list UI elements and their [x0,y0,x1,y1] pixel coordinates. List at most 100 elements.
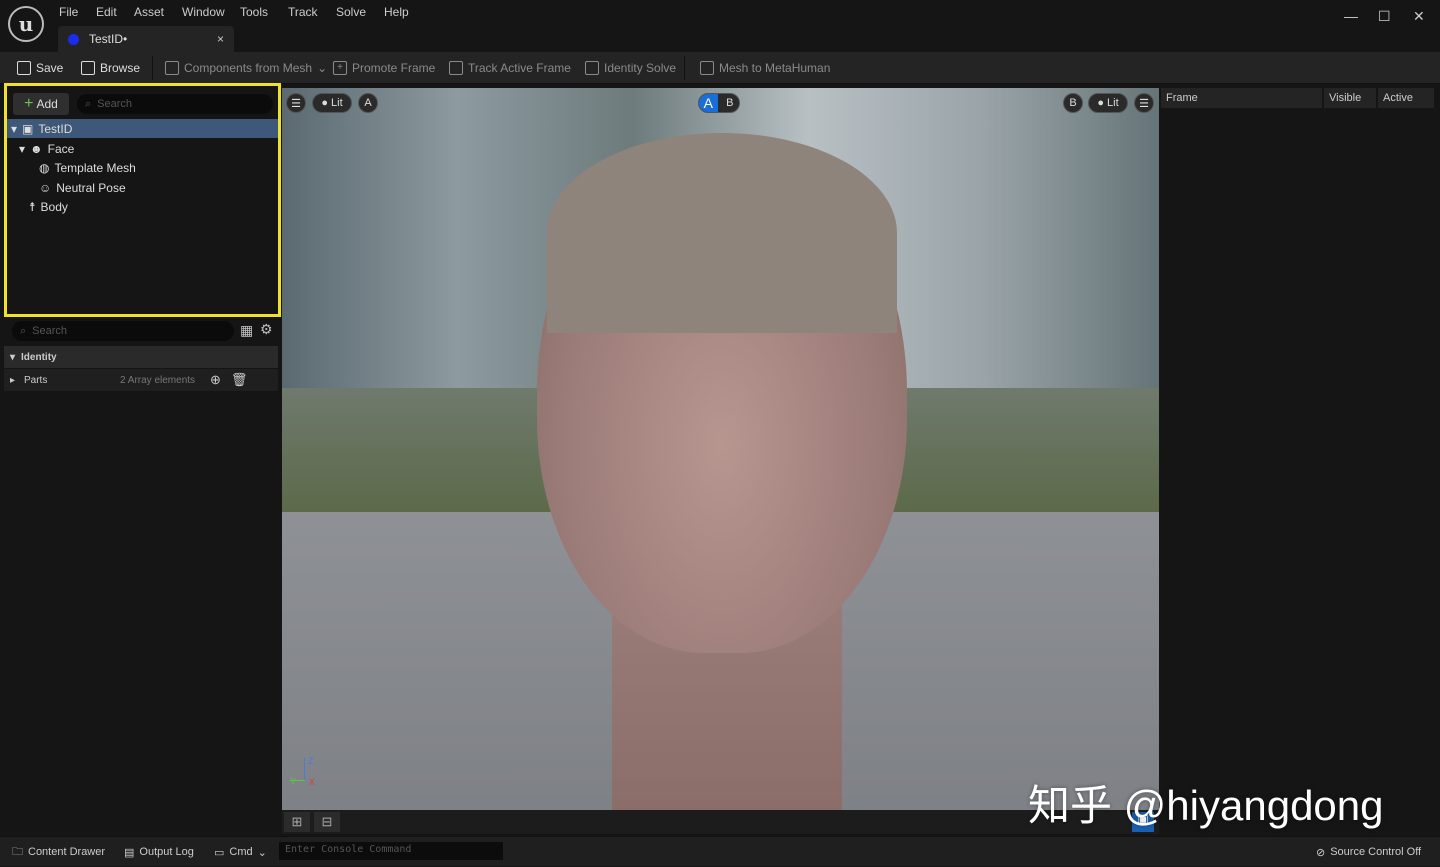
tree-item-template-mesh[interactable]: ◍Template Mesh [7,158,278,177]
tab-title: TestID• [89,32,127,46]
source-control-label: Source Control Off [1330,846,1421,858]
watermark: 知乎 @hiyangdong [1028,772,1384,833]
promote-label: Promote Frame [352,61,435,75]
menu-help[interactable]: Help [384,5,409,19]
lit-mode-button-right[interactable]: ●Lit [1088,93,1128,113]
ab-toggle[interactable]: A B [698,93,740,113]
axis-x-label: X [309,777,315,787]
plus-icon: + [24,95,33,113]
track-active-frame-button[interactable]: Track Active Frame [449,52,571,84]
property-value: 2 Array elements [120,375,210,386]
menu-solve[interactable]: Solve [336,5,366,19]
close-window-button[interactable]: ✕ [1413,8,1425,25]
identity-solve-label: Identity Solve [604,61,676,75]
column-visible[interactable]: Visible [1324,88,1376,108]
menu-window[interactable]: Window [182,5,225,19]
promote-frame-button[interactable]: + Promote Frame [333,52,435,84]
cmd-label: Cmd [229,846,252,858]
ab-toggle-b[interactable]: B [721,97,740,109]
zoom-in-button[interactable]: ⊞ [284,812,310,832]
trash-icon[interactable]: 🗑 [231,372,248,388]
content-drawer-icon: 🗀 [12,843,23,862]
lit-sphere-icon: ● [321,97,328,109]
viewport[interactable]: ☰ ●Lit A A B B ●Lit ☰ Z Y X [282,88,1159,810]
status-bar: 🗀Content Drawer ▤Output Log ▭Cmd⌄ Enter … [0,836,1440,866]
mesh-to-metahuman-button[interactable]: Mesh to MetaHuman [700,52,830,84]
zoom-out-button[interactable]: ⊟ [314,812,340,832]
identity-outliner: +Add ⌕Search ▾ ▣ TestID ▾☻Face ◍Template M… [4,83,281,317]
plus-icon: + [333,61,347,75]
expand-arrow-icon: ▾ [11,122,17,136]
property-label: Parts [24,375,120,386]
output-log-button[interactable]: ▤Output Log [124,837,194,867]
table-view-icon[interactable]: ▦ [240,322,253,339]
source-control-button[interactable]: ⊘Source Control Off [1316,837,1421,867]
add-button[interactable]: +Add [13,93,69,115]
document-tab[interactable]: TestID• × [58,26,234,52]
axis-y-label: Y [290,776,296,786]
save-button[interactable]: Save [17,52,63,84]
expand-arrow-icon: ▾ [19,142,25,156]
track-icon [449,61,463,75]
tree-item-testid[interactable]: ▾ ▣ TestID [7,119,278,138]
menu-asset[interactable]: Asset [134,5,164,19]
search-icon: ⌕ [85,98,91,111]
pose-icon: ☺ [39,181,51,195]
frame-list-panel: Frame Visible Active [1161,88,1440,834]
lit-sphere-icon: ● [1097,97,1104,109]
ab-toggle-a[interactable]: A [699,94,718,112]
menu-track[interactable]: Track [288,5,318,19]
cmd-dropdown[interactable]: ▭Cmd⌄ [214,837,267,867]
details-search-input[interactable]: ⌕Search [12,321,234,341]
menu-edit[interactable]: Edit [96,5,117,19]
viewport-menu-button-right[interactable]: ☰ [1134,93,1154,113]
view-a-button[interactable]: A [358,93,378,113]
chevron-down-icon: ⌄ [317,61,327,75]
browse-folder-icon [81,61,95,75]
settings-gear-icon[interactable]: ⚙ [260,321,273,338]
category-label: Identity [21,352,57,363]
close-tab-icon[interactable]: × [217,32,224,46]
save-label: Save [36,61,63,75]
components-from-mesh-button[interactable]: Components from Mesh⌄ [165,52,327,84]
minimize-button[interactable]: — [1344,8,1358,24]
unreal-logo-icon[interactable]: u [8,6,44,42]
tree-item-face[interactable]: ▾☻Face [7,139,278,158]
view-b-button[interactable]: B [1063,93,1083,113]
output-log-label: Output Log [139,846,193,858]
browse-label: Browse [100,61,140,75]
add-label: Add [36,97,57,111]
cube-icon [700,61,714,75]
column-frame[interactable]: Frame [1161,88,1322,108]
identity-solve-button[interactable]: Identity Solve [585,52,676,84]
category-identity[interactable]: ▾ Identity [4,346,278,368]
tree-item-body[interactable]: ☨Body [7,197,278,216]
lit-mode-button-left[interactable]: ●Lit [312,93,352,113]
column-active[interactable]: Active [1378,88,1434,108]
collapse-arrow-icon: ▾ [10,352,15,363]
menu-tools[interactable]: Tools [240,5,268,19]
lit-label: Lit [331,97,343,109]
divider [152,56,153,80]
outliner-search-input[interactable]: ⌕Search [77,94,273,114]
viewport-menu-button[interactable]: ☰ [286,93,306,113]
content-drawer-button[interactable]: 🗀Content Drawer [12,837,105,867]
head-solve-icon [585,61,599,75]
axis-gizmo: Z Y X [290,758,320,788]
maximize-button[interactable]: ☐ [1378,8,1391,25]
tree-label: Neutral Pose [56,181,125,195]
menu-file[interactable]: File [59,5,78,19]
tree-label: TestID [38,122,72,136]
toolbar: Save Browse Components from Mesh⌄ + Promo… [0,52,1440,84]
browse-button[interactable]: Browse [81,52,140,84]
lit-label: Lit [1107,97,1119,109]
console-command-input[interactable]: Enter Console Command [279,842,503,860]
add-element-icon[interactable]: ⊕ [210,372,221,388]
details-panel: ⌕Search ▦ ⚙ ▾ Identity ▸ Parts 2 Array el… [4,320,281,834]
person-add-icon [165,61,179,75]
head-cap [547,133,897,333]
identity-icon: ▣ [22,122,33,136]
mesh-icon: ◍ [39,161,49,175]
tree-item-neutral-pose[interactable]: ☺ Neutral Pose [7,178,278,197]
expand-arrow-icon[interactable]: ▸ [10,375,24,386]
